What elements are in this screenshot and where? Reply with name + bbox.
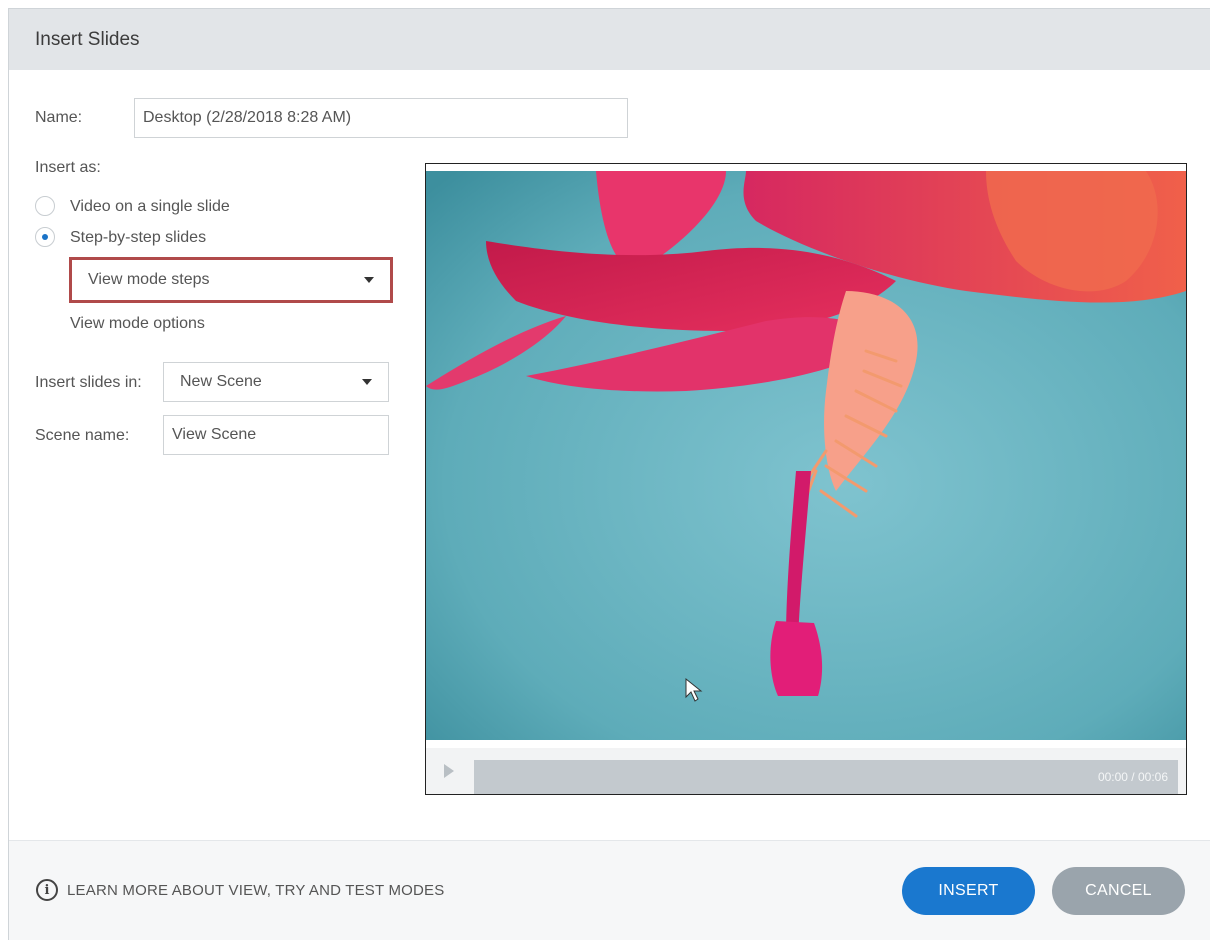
insert-slides-in-select[interactable]: New Scene xyxy=(163,362,389,402)
dialog-title: Insert Slides xyxy=(35,29,140,50)
video-single-slide-radio[interactable] xyxy=(35,196,55,216)
step-by-step-label[interactable]: Step-by-step slides xyxy=(70,229,206,247)
highlight-box xyxy=(69,257,393,303)
scene-name-field-value: View Scene xyxy=(172,426,257,443)
info-icon: i xyxy=(36,879,58,901)
seek-bar[interactable]: 00:00 / 00:06 xyxy=(474,760,1178,794)
preview-image xyxy=(426,171,1186,740)
time-readout: 00:00 / 00:06 xyxy=(1097,770,1168,784)
scene-name-label: Scene name: xyxy=(35,427,130,444)
insert-slides-in-value: New Scene xyxy=(180,373,262,390)
video-preview: 00:00 / 00:06 xyxy=(425,163,1187,795)
chevron-down-icon xyxy=(362,379,372,385)
cancel-button[interactable]: CANCEL xyxy=(1052,867,1185,915)
scene-name-field[interactable]: View Scene xyxy=(163,415,389,455)
learn-more-link[interactable]: LEARN MORE ABOUT VIEW, TRY AND TEST MODE… xyxy=(67,882,444,899)
name-field[interactable]: Desktop (2/28/2018 8:28 AM) xyxy=(134,98,628,138)
view-mode-options-link[interactable]: View mode options xyxy=(70,315,205,333)
step-by-step-radio[interactable] xyxy=(35,227,55,247)
insert-slides-in-label: Insert slides in: xyxy=(35,374,142,391)
dialog-titlebar: Insert Slides xyxy=(9,9,1210,70)
insert-button[interactable]: INSERT xyxy=(902,867,1035,915)
video-single-slide-label[interactable]: Video on a single slide xyxy=(70,198,230,216)
play-icon[interactable] xyxy=(444,764,454,778)
insert-as-label: Insert as: xyxy=(35,159,101,176)
video-controls: 00:00 / 00:06 xyxy=(426,748,1186,794)
name-label: Name: xyxy=(35,109,83,126)
insert-slides-dialog: Insert Slides Name: Desktop (2/28/2018 8… xyxy=(8,8,1210,940)
name-field-value: Desktop (2/28/2018 8:28 AM) xyxy=(143,109,352,126)
